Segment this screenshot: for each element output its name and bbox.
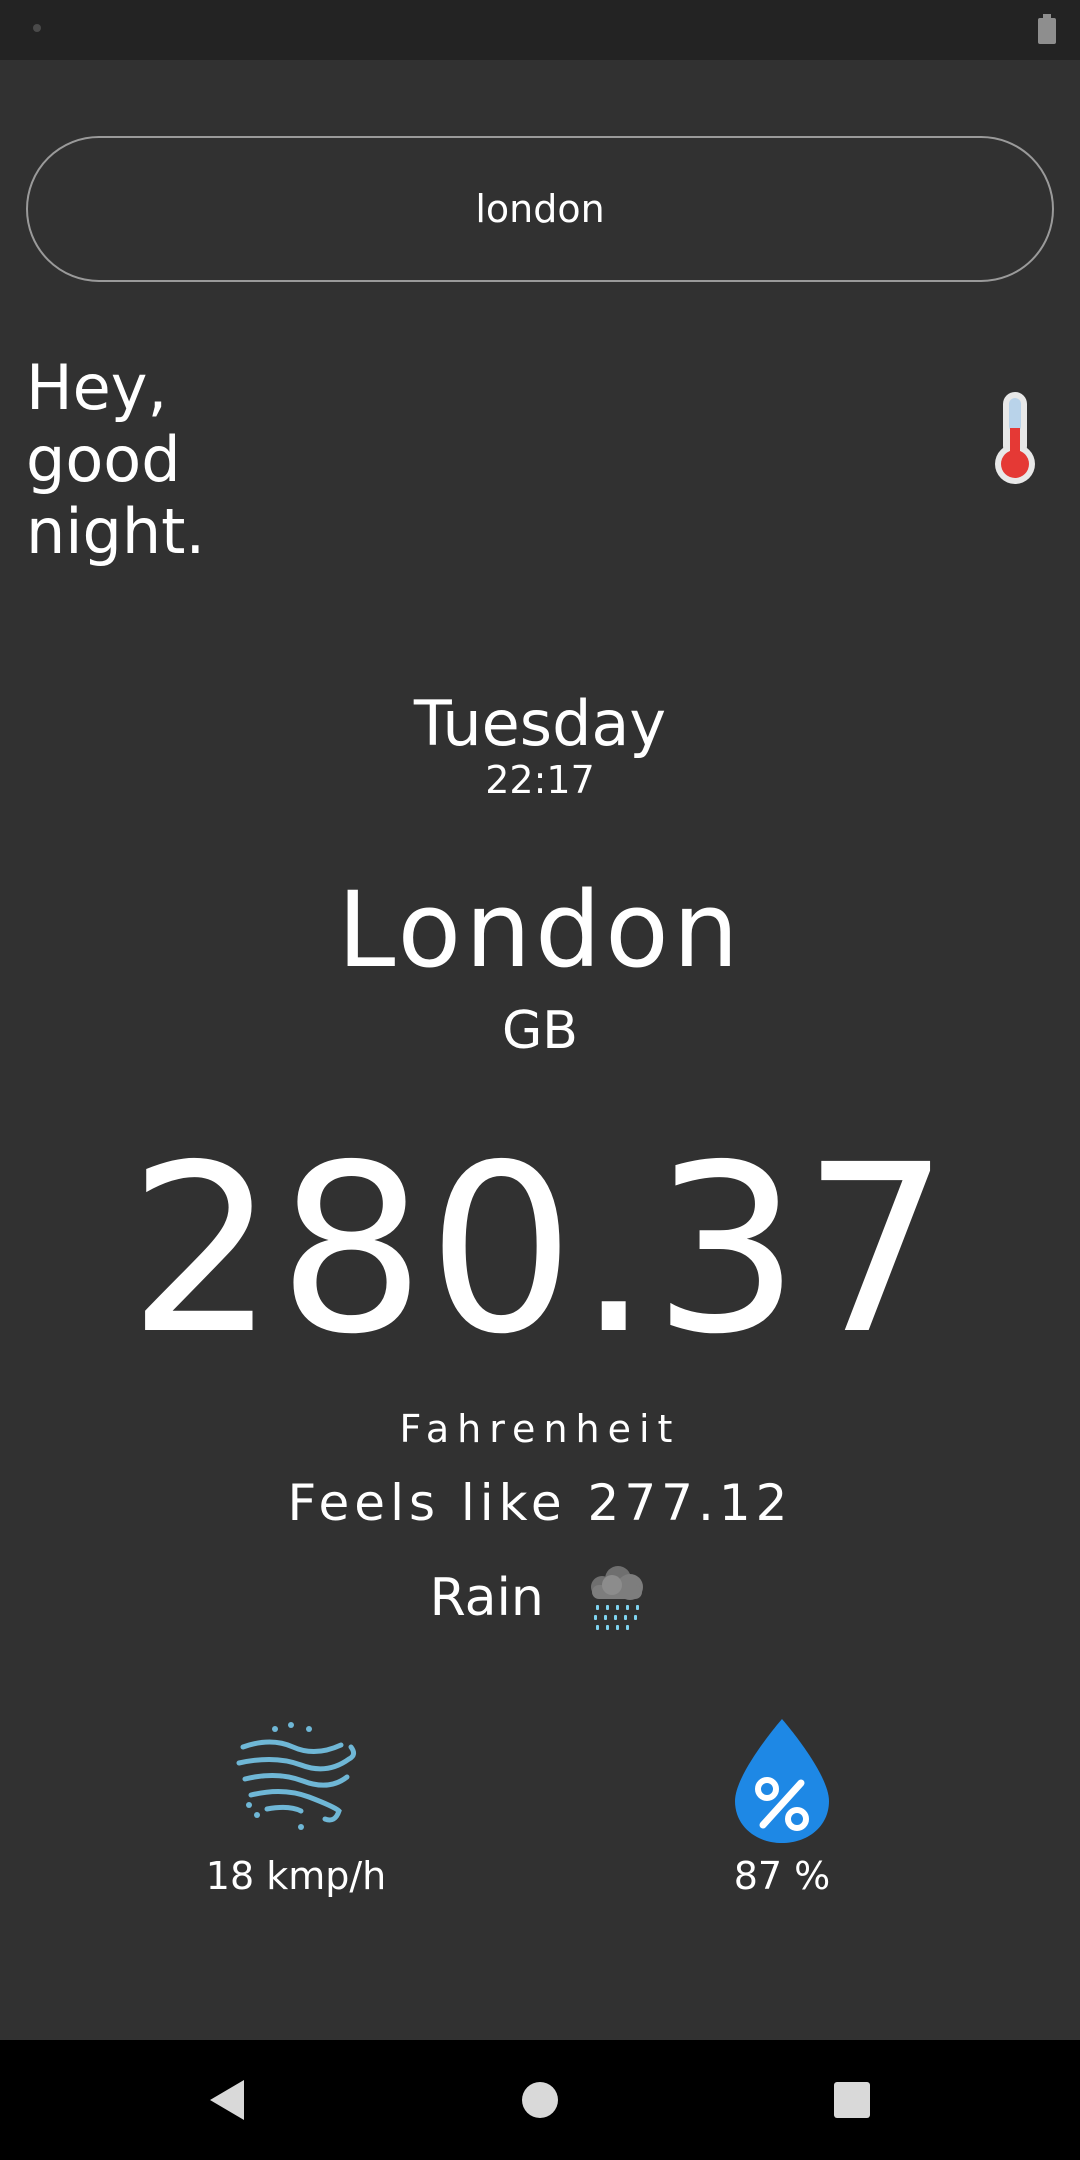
home-icon[interactable] [510,2070,570,2130]
weekday-label: Tuesday [413,687,667,760]
city-search-input[interactable] [26,136,1054,282]
humidity-stat: 87 % [632,1715,932,1899]
feels-like-label: Feels like 277.12 [287,1474,793,1532]
temperature-unit: Fahrenheit [399,1407,681,1451]
recent-apps-icon[interactable] [822,2070,882,2130]
greeting-line-1: Hey, [26,351,168,424]
notification-dot-icon [33,24,41,32]
city-name: London [337,869,743,991]
wind-icon [236,1722,357,1830]
back-icon[interactable] [200,2070,260,2130]
greeting-line-2: good [26,423,181,496]
condition-label: Rain [429,1568,544,1628]
wind-speed-stat: 18 kmp/h [146,1715,446,1899]
greeting-line-3: night. [26,495,206,568]
weather-condition: Rain [0,1560,1080,1633]
status-bar [0,0,1080,60]
temperature-value: 280.37 [128,1115,952,1385]
battery-icon [1038,14,1056,44]
rain-cloud-icon [591,1566,644,1630]
time-label: 22:17 [485,758,595,802]
wind-speed-value: 18 kmp/h [205,1854,387,1898]
thermometer-icon [995,392,1035,484]
country-code: GB [502,1001,578,1061]
humidity-value: 87 % [733,1854,831,1898]
greeting: Hey, good night. [26,352,205,568]
system-nav-bar [0,2040,1080,2160]
humidity-drop-icon [735,1719,829,1843]
